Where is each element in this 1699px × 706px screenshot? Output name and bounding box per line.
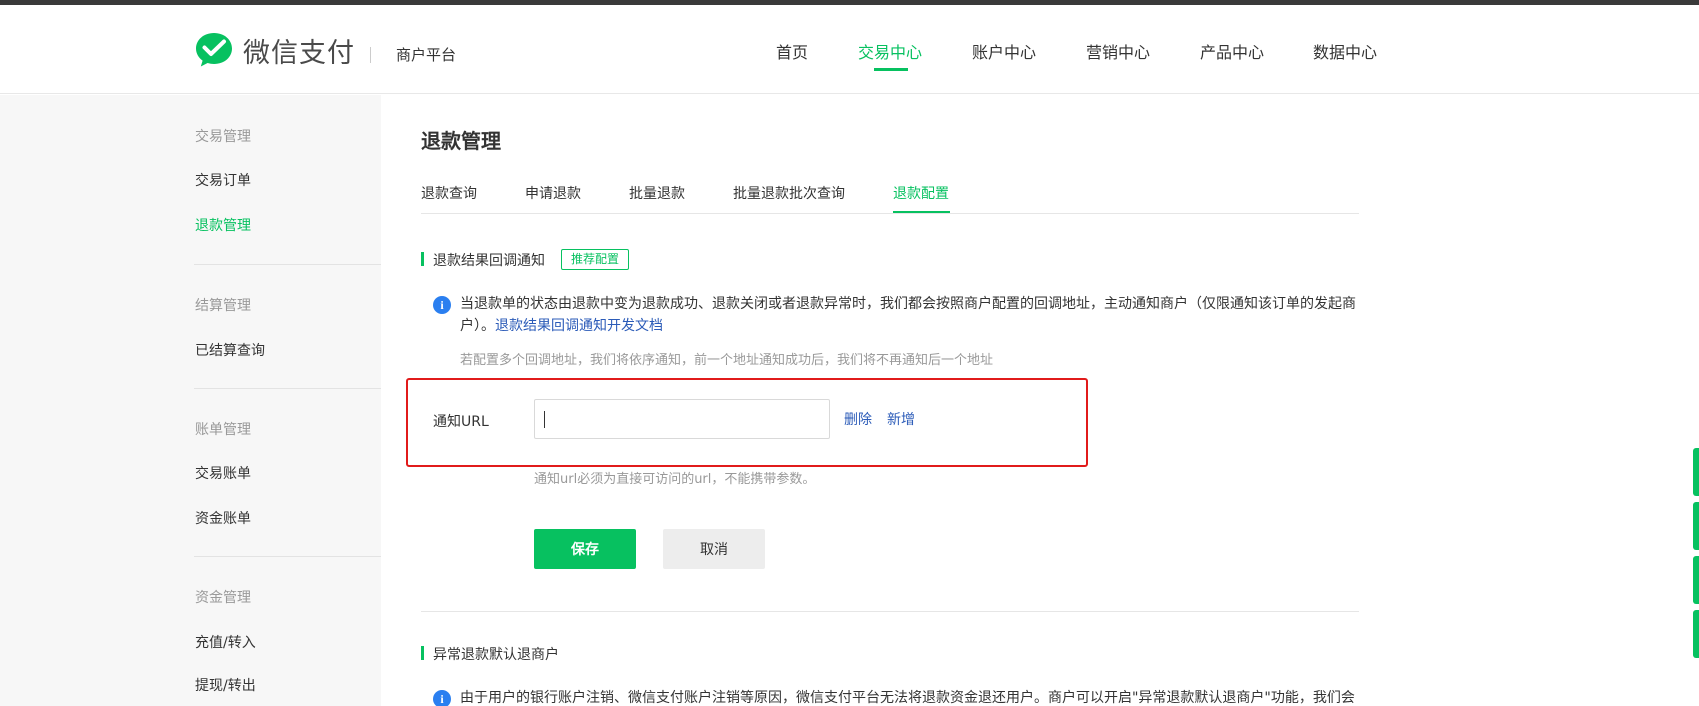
sidebar-divider [194,388,381,389]
floating-tab[interactable] [1693,448,1699,496]
tab-bar: 退款查询 申请退款 批量退款 批量退款批次查询 退款配置 [421,183,1359,214]
sidebar-item-transaction-bill[interactable]: 交易账单 [195,463,251,483]
nav-product-center[interactable]: 产品中心 [1200,39,1264,63]
sidebar-group-title: 结算管理 [195,298,251,314]
sidebar-group-title: 交易管理 [195,129,251,145]
info-icon: i [433,690,451,706]
sidebar-item-recharge[interactable]: 充值/转入 [195,632,256,652]
section-marker [421,646,424,660]
tab-refund-config[interactable]: 退款配置 [893,183,949,203]
sidebar: 交易管理 交易订单 退款管理 结算管理 已结算查询 账单管理 交易账单 资金账单… [0,95,381,706]
info-icon: i [433,296,451,314]
abnormal-refund-info-text: 由于用户的银行账户注销、微信支付账户注销等原因，微信支付平台无法将退款资金退还用… [460,690,1355,706]
nav-data-center[interactable]: 数据中心 [1313,39,1377,63]
add-url-button[interactable]: 新增 [887,409,915,429]
page-title: 退款管理 [421,129,501,153]
cancel-button[interactable]: 取消 [663,529,765,569]
nav-active-indicator [874,68,908,71]
floating-tab[interactable] [1693,610,1699,658]
sidebar-item-fund-bill[interactable]: 资金账单 [195,508,251,528]
notify-url-label: 通知URL [433,414,489,430]
top-nav: 首页 交易中心 账户中心 营销中心 产品中心 数据中心 [0,5,1699,94]
tab-refund-query[interactable]: 退款查询 [421,183,477,203]
notify-url-hint: 通知url必须为直接可访问的url，不能携带参数。 [534,472,816,487]
callback-info-subtext: 若配置多个回调地址，我们将依序通知，前一个地址通知成功后，我们将不再通知后一个地… [460,353,994,368]
section-title-refund-callback: 退款结果回调通知 [433,253,545,269]
nav-transaction-center[interactable]: 交易中心 [858,39,922,63]
notify-url-input[interactable] [534,399,830,439]
sidebar-item-transaction-orders[interactable]: 交易订单 [195,170,251,190]
nav-marketing-center[interactable]: 营销中心 [1086,39,1150,63]
delete-url-button[interactable]: 删除 [844,409,872,429]
sidebar-item-settlement-query[interactable]: 已结算查询 [195,340,265,360]
section-title-abnormal-refund: 异常退款默认退商户 [433,647,559,663]
header: 微信支付 商户平台 首页 交易中心 账户中心 营销中心 产品中心 数据中心 [0,5,1699,94]
dev-doc-link[interactable]: 退款结果回调通知开发文档 [495,318,663,334]
floating-tab[interactable] [1693,556,1699,604]
section-marker [421,252,424,266]
recommended-badge: 推荐配置 [561,249,630,270]
save-button[interactable]: 保存 [534,529,636,569]
sidebar-group-title: 资金管理 [195,590,251,606]
tab-active-indicator [893,211,950,213]
text-caret [544,411,545,428]
nav-account-center[interactable]: 账户中心 [972,39,1036,63]
tab-batch-refund[interactable]: 批量退款 [629,183,685,203]
sidebar-item-withdraw[interactable]: 提现/转出 [195,675,256,695]
sidebar-divider [194,556,381,557]
sidebar-divider [194,264,381,265]
sidebar-group-title: 账单管理 [195,422,251,438]
floating-tab[interactable] [1693,502,1699,550]
main-content: 退款管理 退款查询 申请退款 批量退款 批量退款批次查询 退款配置 退款结果回调… [381,95,1699,706]
tab-batch-refund-query[interactable]: 批量退款批次查询 [733,183,845,203]
callback-info-text: 当退款单的状态由退款中变为退款成功、退款关闭或者退款异常时，我们都会按照商户配置… [460,293,1365,337]
tab-apply-refund[interactable]: 申请退款 [525,183,581,203]
section-divider [421,611,1359,612]
sidebar-item-refund-management[interactable]: 退款管理 [195,215,251,235]
nav-home[interactable]: 首页 [776,39,808,63]
